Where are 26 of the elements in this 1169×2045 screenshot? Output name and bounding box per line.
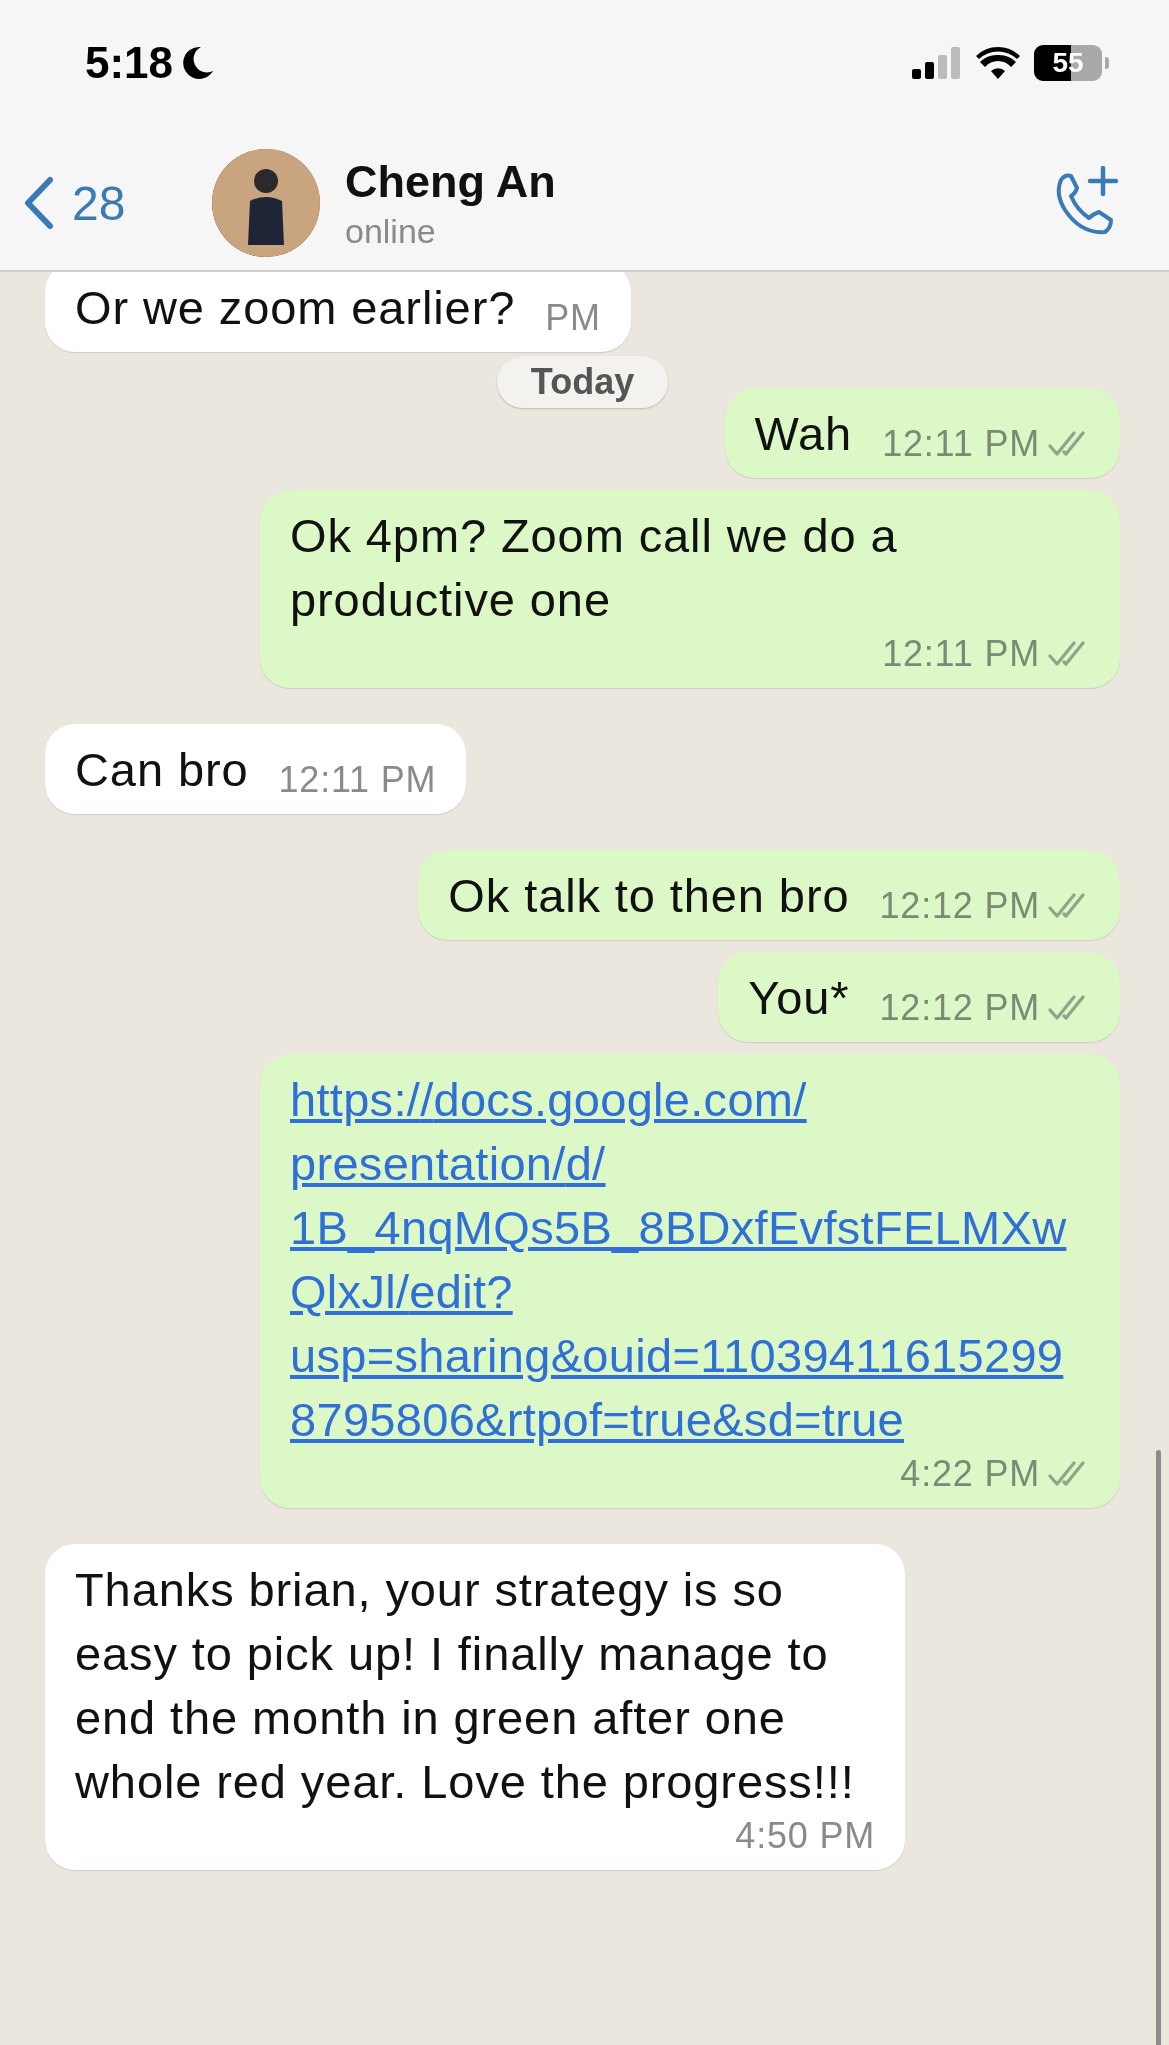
message-time: 4:22 PM <box>900 1452 1040 1496</box>
moon-icon <box>181 45 216 81</box>
wifi-icon <box>976 47 1020 79</box>
message-time: PM <box>545 296 601 340</box>
contact-avatar[interactable] <box>212 149 320 257</box>
date-chip: Today <box>497 356 668 408</box>
clock-time: 5:18 <box>85 38 174 88</box>
message-text: Thanks brian, your strategy is so easy to pick up! I finally manage to end the month in green after one whole red year. Love the progress!!! <box>75 1562 856 1810</box>
message-time: 12:11 PM <box>278 758 437 802</box>
message-text: Or we zoom earlier? <box>75 280 516 336</box>
message-text: You* <box>748 970 850 1026</box>
message-time: 12:12 PM <box>879 884 1040 928</box>
message-text: Can bro <box>75 742 249 798</box>
message-text: Ok 4pm? Zoom call we do a productive one <box>290 508 899 628</box>
chevron-left-icon <box>22 176 54 230</box>
contact-name: Cheng An <box>345 155 556 208</box>
message-time: 12:12 PM <box>879 986 1040 1030</box>
link[interactable]: https://docs.google.com/presentation/d/1B_4nqMQs5B_8BDxfEvfstFELMXwQlxJl/edit?usp=sharing&ouid=110394116152998795806&rtpof=true&sd=true <box>290 1068 1070 1452</box>
message-text: Ok talk to then bro <box>448 868 850 924</box>
back-button[interactable]: 28 <box>22 175 212 231</box>
contact-status: online <box>345 211 437 251</box>
signal-icon <box>912 47 962 79</box>
message-time: 12:11 PM <box>882 632 1040 676</box>
message-time: 4:50 PM <box>735 1814 875 1858</box>
message-text: Wah <box>754 406 853 462</box>
message-time: 12:11 PM <box>882 422 1040 466</box>
